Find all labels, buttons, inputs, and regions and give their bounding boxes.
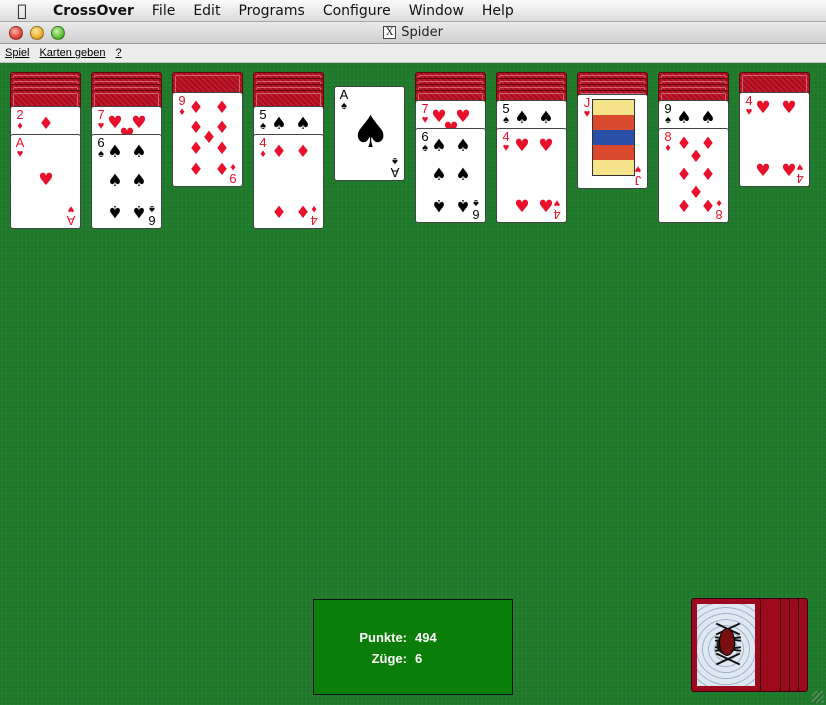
card-index-bottom: A ♥ <box>66 203 76 228</box>
card-index: 4 ♥ <box>502 129 510 154</box>
diamond-icon: ♦ <box>676 197 692 217</box>
heart-icon: ♥ <box>781 98 797 118</box>
card-6-spades[interactable]: 6 ♠ ♠ ♠ ♠ ♠ ♠ ♠ 6 ♠ <box>91 134 162 229</box>
moves-label: Züge: <box>371 651 407 666</box>
spade-icon: ♠ <box>431 165 447 185</box>
card-index-bottom: 6 ♠ <box>472 197 480 222</box>
diamond-icon: ♦ <box>271 142 287 162</box>
spider-web-card-back-icon <box>697 604 755 686</box>
spade-icon: ♠ <box>700 108 716 128</box>
diamond-icon: ♦ <box>295 142 311 162</box>
x11-icon: X <box>383 26 397 39</box>
moves-value: 6 <box>415 651 423 666</box>
spade-icon: ♠ <box>455 136 471 156</box>
spade-icon: ♠ <box>431 195 447 215</box>
spade-icon: ♠ <box>107 201 123 221</box>
heart-icon: ♥ <box>514 136 530 156</box>
card-index-bottom: J ♥ <box>634 163 642 188</box>
card-index-bottom: 4 ♦ <box>310 203 318 228</box>
card-ace-hearts[interactable]: A ♥ ♥ A ♥ <box>10 134 81 229</box>
resize-grip[interactable] <box>812 691 824 703</box>
spade-icon: ♠ <box>271 114 287 134</box>
spade-icon: ♠ <box>107 171 123 191</box>
menu-edit[interactable]: Edit <box>184 3 229 19</box>
diamond-icon: ♦ <box>188 160 204 180</box>
spade-icon: ♠ <box>514 108 530 128</box>
card-4-hearts[interactable]: 4 ♥ ♥ ♥ ♥ ♥ 4 ♥ <box>739 92 810 187</box>
spade-icon: ♠ <box>538 108 554 128</box>
menu-window[interactable]: Window <box>400 3 473 19</box>
moves-row: Züge: 6 <box>314 651 514 666</box>
score-row: Punkte: 494 <box>314 630 514 645</box>
spade-icon: ♠ <box>107 142 123 162</box>
card-index: A ♠ <box>339 87 349 112</box>
window-title: X Spider <box>0 25 826 40</box>
diamond-icon: ♦ <box>38 114 54 134</box>
app-menu-bar: Spiel Karten geben ? <box>0 44 826 63</box>
score-panel: Punkte: 494 Züge: 6 <box>313 599 513 695</box>
window-title-text: Spider <box>401 25 443 40</box>
menu-programs[interactable]: Programs <box>229 3 313 19</box>
menu-spiel[interactable]: Spiel <box>0 47 34 59</box>
spade-icon: ♠ <box>131 142 147 162</box>
heart-icon: ♥ <box>755 98 771 118</box>
diamond-icon: ♦ <box>188 98 204 118</box>
card-index: 2 ♦ <box>16 107 24 132</box>
heart-icon: ♥ <box>755 161 771 181</box>
diamond-icon: ♦ <box>214 98 230 118</box>
points-value: 494 <box>415 630 437 645</box>
diamond-icon: ♦ <box>700 165 716 185</box>
spade-icon: ♠ <box>431 136 447 156</box>
menu-help[interactable]: Help <box>473 3 523 19</box>
menu-configure[interactable]: Configure <box>314 3 400 19</box>
card-index-bottom: 4 ♥ <box>796 161 804 186</box>
diamond-icon: ♦ <box>688 147 704 167</box>
heart-icon: ♥ <box>538 136 554 156</box>
spade-icon: ♠ <box>676 108 692 128</box>
card-index-bottom: 8 ♦ <box>715 197 723 222</box>
system-menu-bar:  CrossOver File Edit Programs Configure… <box>0 0 826 22</box>
card-6-spades[interactable]: 6 ♠ ♠ ♠ ♠ ♠ ♠ ♠ 6 ♠ <box>415 128 486 223</box>
card-ace-spades[interactable]: A ♠ ♠ A ♠ <box>334 86 405 181</box>
card-index: 5 ♠ <box>259 107 267 132</box>
diamond-icon: ♦ <box>214 139 230 159</box>
spade-icon: ♠ <box>295 114 311 134</box>
heart-icon: ♥ <box>38 170 54 190</box>
card-index: A ♥ <box>15 135 25 160</box>
points-label: Punkte: <box>359 630 407 645</box>
game-table: 2♦ ♦ A♥ ♥ A♥ 7♥ ♥ ♥ ♥ 6♠ ♠ ♠ ♠ ♠ ♠ ♠ 6♠ <box>0 63 826 705</box>
card-4-hearts[interactable]: 4 ♥ ♥ ♥ ♥ ♥ 4 ♥ <box>496 128 567 223</box>
window-title-bar[interactable]: X Spider <box>0 22 826 44</box>
card-9-diamonds[interactable]: 9 ♦ ♦ ♦ ♦ ♦ ♦ ♦ ♦ ♦ ♦ 9 ♦ <box>172 92 243 187</box>
card-index-bottom: A ♠ <box>390 155 400 180</box>
spade-icon: ♠ <box>131 171 147 191</box>
card-index-bottom: 4 ♥ <box>553 197 561 222</box>
spade-icon: ♠ <box>455 165 471 185</box>
card-index: 4 ♦ <box>259 135 267 160</box>
spade-icon: ♠ <box>351 107 391 158</box>
card-4-diamonds[interactable]: 4 ♦ ♦ ♦ ♦ ♦ 4 ♦ <box>253 134 324 229</box>
card-index: 9 ♠ <box>664 101 672 126</box>
menu-file[interactable]: File <box>143 3 184 19</box>
jack-portrait-icon <box>592 99 635 176</box>
diamond-icon: ♦ <box>271 203 287 223</box>
card-index-bottom: 6 ♠ <box>148 203 156 228</box>
apple-logo-icon[interactable]:  <box>0 1 44 20</box>
menu-app-name[interactable]: CrossOver <box>44 3 143 19</box>
diamond-icon: ♦ <box>676 165 692 185</box>
card-index-bottom: 9 ♦ <box>229 161 237 186</box>
card-jack-hearts[interactable]: J ♥ J ♥ <box>577 94 648 189</box>
spider-icon <box>719 628 735 656</box>
heart-icon: ♥ <box>514 197 530 217</box>
menu-karten-geben[interactable]: Karten geben <box>34 47 110 59</box>
card-index: 8 ♦ <box>664 129 672 154</box>
card-index: 5 ♠ <box>502 101 510 126</box>
stock-card[interactable] <box>691 598 761 692</box>
menu-help-question[interactable]: ? <box>111 47 127 59</box>
diamond-icon: ♦ <box>188 139 204 159</box>
card-8-diamonds[interactable]: 8 ♦ ♦ ♦ ♦ ♦ ♦ ♦ ♦ ♦ 8 ♦ <box>658 128 729 223</box>
